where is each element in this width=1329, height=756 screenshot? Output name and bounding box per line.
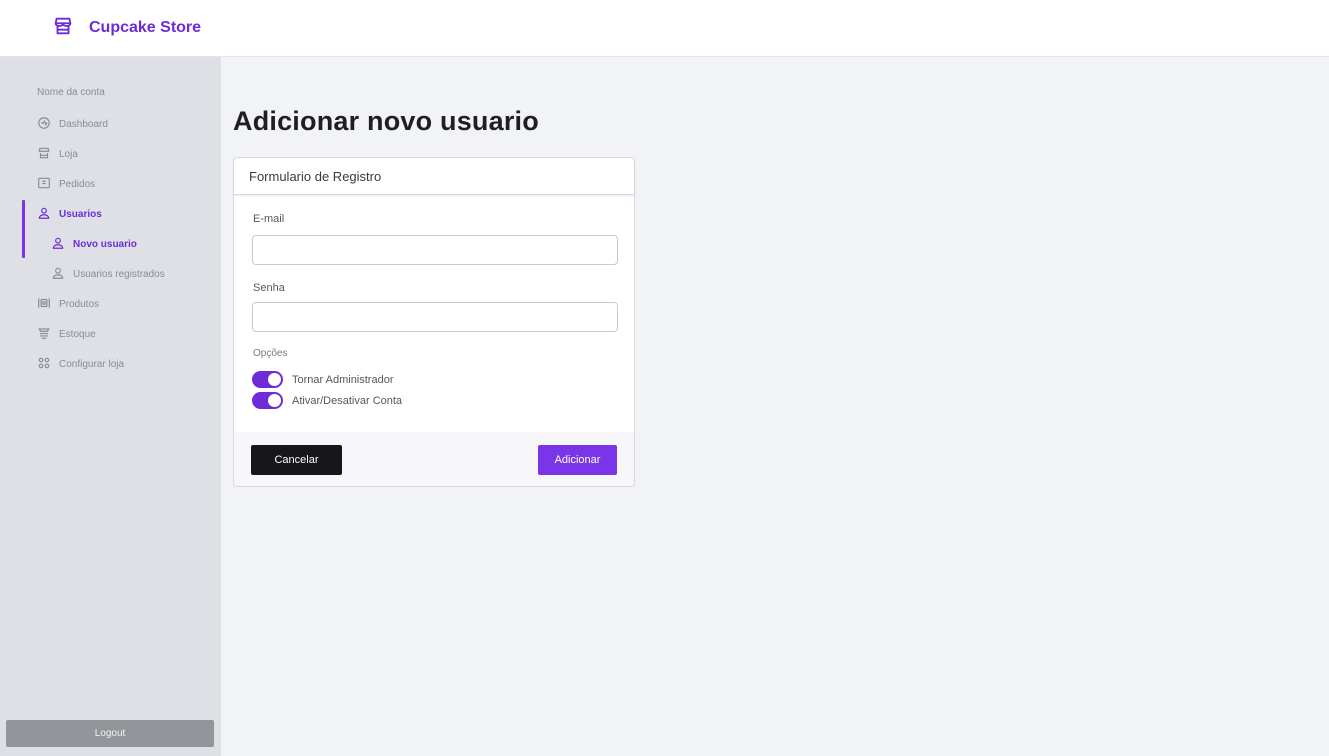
toggle-account-label: Ativar/Desativar Conta	[292, 394, 403, 407]
user-icon	[51, 266, 65, 283]
toggle-admin-row: Tornar Administrador	[252, 371, 394, 388]
toggle-account-active[interactable]	[252, 392, 283, 409]
sidebar-item-label: Usuarios	[59, 208, 102, 220]
sidebar-item-registered-users[interactable]: Usuarios registrados	[0, 262, 221, 286]
sidebar-item-stock[interactable]: Estoque	[0, 322, 221, 346]
sidebar-item-orders[interactable]: Pedidos	[0, 172, 221, 196]
settings-icon	[37, 356, 51, 373]
brand-name: Cupcake Store	[89, 19, 202, 36]
stock-icon	[37, 326, 51, 343]
toggle-account-row: Ativar/Desativar Conta	[252, 392, 402, 409]
sidebar-item-label: Estoque	[59, 328, 96, 340]
sidebar-item-dashboard[interactable]: Dashboard	[0, 112, 221, 136]
sidebar-item-store-settings[interactable]: Configurar loja	[0, 352, 221, 376]
email-label: E-mail	[253, 213, 285, 225]
sidebar: Nome da conta Dashboard Loja Pedidos Usu…	[0, 57, 221, 756]
password-label: Senha	[253, 282, 285, 294]
products-icon	[37, 296, 51, 313]
sidebar-item-users[interactable]: Usuarios	[0, 202, 221, 226]
user-icon	[37, 206, 51, 223]
sidebar-item-label: Usuarios registrados	[73, 268, 165, 280]
sidebar-item-new-user[interactable]: Novo usuario	[0, 232, 221, 256]
store-icon	[52, 15, 74, 42]
store-icon	[37, 146, 51, 163]
registration-form: Formulario de Registro E-mail Senha Opçõ…	[233, 157, 635, 487]
sidebar-item-label: Novo usuario	[73, 238, 137, 250]
dashboard-icon	[37, 116, 51, 133]
email-field[interactable]	[252, 235, 618, 265]
user-icon	[51, 236, 65, 253]
brand[interactable]: Cupcake Store	[52, 15, 201, 42]
logout-button[interactable]: Logout	[6, 720, 214, 747]
options-label: Opções	[253, 348, 288, 359]
orders-icon	[37, 176, 51, 193]
sidebar-item-label: Produtos	[59, 298, 100, 310]
account-name: Nome da conta	[37, 87, 105, 98]
sidebar-item-store[interactable]: Loja	[0, 142, 221, 166]
password-field[interactable]	[252, 302, 618, 332]
sidebar-item-label: Pedidos	[59, 178, 96, 190]
form-footer: Cancelar Adicionar	[234, 432, 634, 486]
sidebar-item-products[interactable]: Produtos	[0, 292, 221, 316]
sidebar-item-label: Loja	[59, 148, 78, 160]
cancel-button[interactable]: Cancelar	[251, 445, 342, 475]
form-header-title: Formulario de Registro	[249, 168, 382, 184]
add-button[interactable]: Adicionar	[538, 445, 617, 475]
form-header: Formulario de Registro	[234, 158, 634, 195]
toggle-admin[interactable]	[252, 371, 283, 388]
top-bar: Cupcake Store	[0, 0, 1329, 57]
sidebar-item-label: Configurar loja	[59, 358, 125, 370]
toggle-admin-label: Tornar Administrador	[292, 373, 394, 386]
sidebar-item-label: Dashboard	[59, 118, 108, 130]
page-title: Adicionar novo usuario	[233, 106, 539, 136]
